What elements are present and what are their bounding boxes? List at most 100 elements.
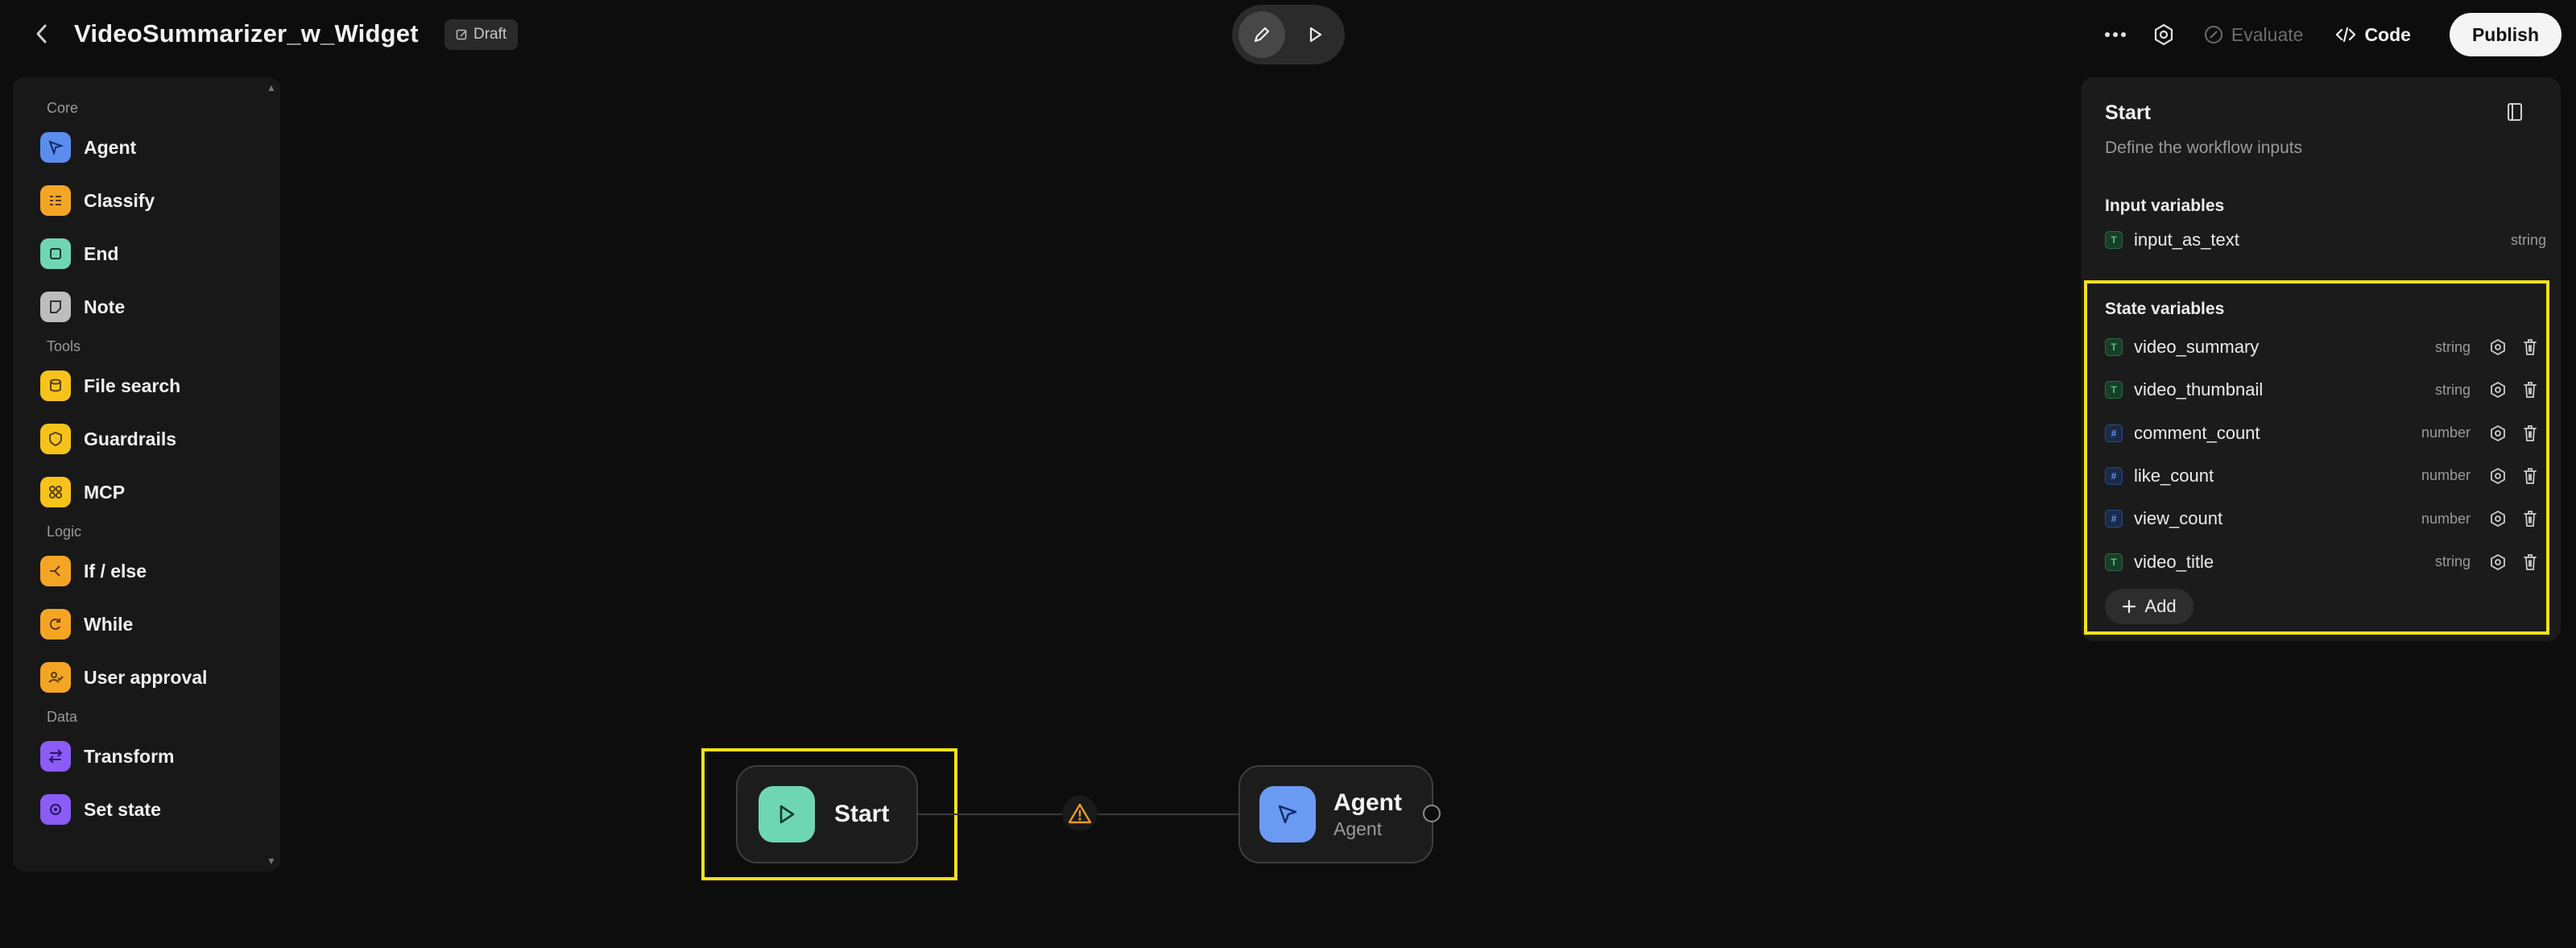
evaluate-label: Evaluate (2231, 23, 2304, 45)
palette-item-label: Guardrails (84, 428, 177, 449)
publish-button[interactable]: Publish (2449, 13, 2562, 56)
file-search-icon (40, 371, 71, 401)
palette-section-title: Data (47, 709, 78, 725)
end-icon (40, 238, 71, 269)
state-variable-row[interactable]: # comment_count number (2105, 417, 2546, 449)
agent-node-text: Agent Agent (1333, 789, 1402, 840)
palette-item-classify[interactable]: Classify (21, 174, 272, 227)
pencil-icon (1254, 27, 1270, 43)
trash-icon[interactable] (2514, 460, 2546, 492)
state-variable-row[interactable]: # like_count number (2105, 460, 2546, 492)
palette-item-file-search[interactable]: File search (21, 359, 272, 412)
edge-start-left (918, 813, 1079, 815)
state-variable-row[interactable]: Tvideo_summary string (2105, 331, 2546, 363)
agent-node[interactable]: Agent Agent (1238, 765, 1433, 863)
draft-badge: Draft (444, 19, 519, 50)
variable-type: string (2434, 553, 2471, 569)
palette-item-if-else[interactable]: If / else (21, 544, 272, 598)
variable-name: like_count (2134, 465, 2214, 486)
run-mode-button[interactable] (1292, 11, 1338, 58)
draft-badge-label: Draft (473, 26, 507, 43)
ellipsis-icon (2104, 32, 2126, 37)
palette-item-guardrails[interactable]: Guardrails (21, 412, 272, 466)
trash-icon[interactable] (2514, 546, 2546, 578)
variable-type: string (2434, 338, 2471, 355)
palette-section-title: Tools (47, 338, 81, 354)
variable-settings-icon[interactable] (2482, 460, 2514, 492)
settings-button[interactable] (2140, 11, 2188, 58)
palette-item-agent[interactable]: Agent (21, 121, 272, 174)
top-actions: Evaluate Code Publish (2091, 11, 2562, 58)
palette-item-label: MCP (84, 481, 126, 503)
trash-icon[interactable] (2514, 331, 2546, 363)
palette-scroll-down[interactable]: ▼ (266, 855, 277, 867)
trash-icon[interactable] (2514, 503, 2546, 535)
guardrails-icon (40, 424, 71, 454)
palette-item-while[interactable]: While (21, 598, 272, 651)
mcp-icon (40, 477, 71, 507)
palette-item-user-approval[interactable]: User approval (21, 651, 272, 704)
variable-name: view_count (2134, 508, 2223, 529)
variable-settings-icon[interactable] (2482, 503, 2514, 535)
palette-item-note[interactable]: Note (21, 280, 272, 333)
palette-section-title: Logic (47, 524, 82, 540)
palette-item-set-state[interactable]: Set state (21, 783, 272, 836)
more-options-button[interactable] (2091, 11, 2140, 58)
workflow-title[interactable]: VideoSummarizer_w_Widget (74, 16, 419, 52)
variable-name: video_title (2134, 551, 2214, 572)
cursor-icon (1278, 805, 1297, 824)
agent-node-icon-box (1259, 786, 1316, 842)
inspector-subtitle: Define the workflow inputs (2105, 139, 2303, 157)
state-variable-row[interactable]: # view_count number (2105, 503, 2546, 535)
palette-section-title: Core (47, 100, 79, 116)
palette-item-label: User approval (84, 666, 208, 688)
inspector-title: Start (2105, 101, 2151, 124)
variable-type: number (2421, 424, 2471, 441)
docs-button[interactable] (2501, 98, 2528, 126)
start-node[interactable]: Start (736, 765, 918, 863)
palette-item-label: While (84, 613, 134, 635)
agent-node-sublabel: Agent (1333, 818, 1383, 839)
variable-name: video_summary (2134, 337, 2260, 357)
edge-agent-right (1098, 813, 1239, 815)
palette-scroll-up[interactable]: ▲ (266, 82, 277, 93)
if-else-icon (40, 556, 71, 586)
book-icon (2508, 103, 2522, 121)
palette-item-transform[interactable]: Transform (21, 730, 272, 783)
variable-type: string (2434, 381, 2471, 398)
state-variable-row[interactable]: Tvideo_thumbnail string (2105, 374, 2546, 406)
state-variable-row[interactable]: Tvideo_title string (2105, 546, 2546, 578)
gear-icon (2154, 23, 2173, 46)
back-button[interactable] (29, 18, 55, 50)
variable-settings-icon[interactable] (2482, 331, 2514, 363)
trash-icon[interactable] (2514, 417, 2546, 449)
while-icon (40, 609, 71, 640)
mode-toggle (1232, 5, 1345, 64)
add-state-variable-button[interactable]: Add (2105, 589, 2194, 624)
number-type-icon: # (2105, 424, 2123, 442)
edge-warning[interactable] (1062, 796, 1098, 831)
edit-mode-button[interactable] (1238, 11, 1285, 58)
code-icon (2336, 27, 2356, 43)
palette-item-label: If / else (84, 560, 147, 582)
agent-output-port[interactable] (1423, 805, 1441, 822)
palette-item-mcp[interactable]: MCP (21, 466, 272, 519)
string-type-icon: T (2105, 231, 2123, 249)
variable-name: comment_count (2134, 422, 2260, 443)
classify-icon (40, 185, 71, 216)
trash-icon[interactable] (2514, 374, 2546, 406)
agent-node-label: Agent (1333, 789, 1402, 816)
code-button[interactable]: Code (2319, 11, 2427, 58)
variable-settings-icon[interactable] (2482, 417, 2514, 449)
evaluate-icon (2204, 26, 2222, 43)
variable-settings-icon[interactable] (2482, 374, 2514, 406)
string-type-icon: T (2105, 338, 2123, 356)
input-variable-row[interactable]: Tinput_as_text string (2105, 224, 2546, 256)
play-icon (1309, 27, 1322, 43)
string-type-icon: T (2105, 381, 2123, 399)
variable-settings-icon[interactable] (2482, 546, 2514, 578)
user-approval-icon (40, 662, 71, 693)
play-icon (779, 805, 795, 824)
evaluate-button[interactable]: Evaluate (2188, 11, 2320, 58)
palette-item-end[interactable]: End (21, 227, 272, 280)
